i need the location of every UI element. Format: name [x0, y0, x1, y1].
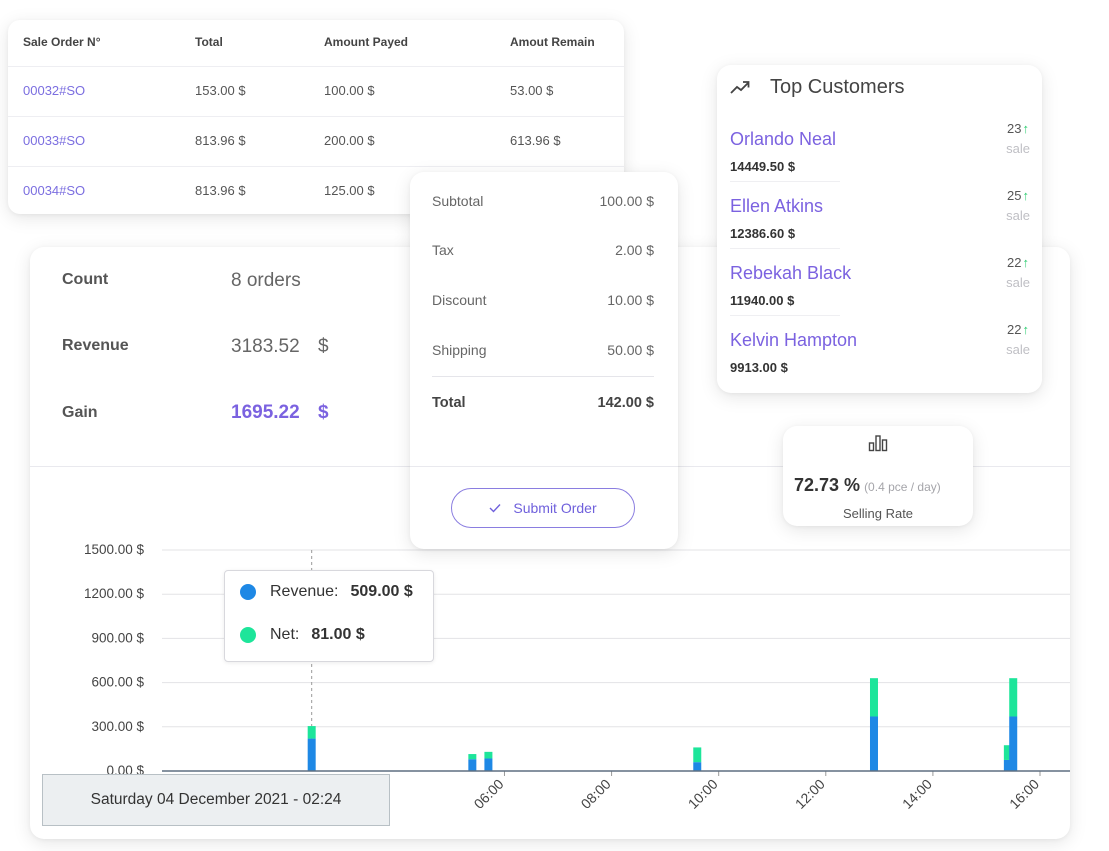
- divider: [730, 248, 840, 249]
- tooltip-revenue-value: 509.00 $: [350, 583, 413, 600]
- chart-tooltip: Revenue: 509.00 $ Net: 81.00 $: [224, 570, 434, 662]
- sale-label: sale: [1006, 342, 1030, 357]
- total-value: 142.00 $: [597, 395, 654, 411]
- customer-amount: 12386.60 $: [730, 226, 796, 241]
- x-tick-label: 16:00: [1006, 776, 1042, 812]
- tax-value: 2.00 $: [615, 242, 654, 258]
- total-label: Total: [432, 395, 466, 411]
- selling-rate-label: Selling Rate: [842, 506, 914, 521]
- selling-rate-card: 72.73 % (0.4 pce / day) Selling Rate: [783, 426, 973, 526]
- customer-sale-count: 22↑: [1007, 255, 1029, 270]
- tooltip-revenue: Revenue: 509.00 $: [240, 583, 413, 601]
- revenue-bar: [693, 762, 702, 771]
- tax-row: Tax 2.00 $: [432, 242, 654, 258]
- arrow-up-icon: ↑: [1022, 188, 1030, 203]
- arrow-up-icon: ↑: [1022, 255, 1030, 270]
- x-tick-label: 08:00: [578, 776, 614, 812]
- sale-count-value: 23: [1007, 121, 1022, 136]
- x-tick-label: 10:00: [685, 776, 721, 812]
- net-bar: [693, 747, 702, 763]
- customer-amount: 11940.00 $: [730, 293, 795, 308]
- customer-item: Ellen Atkins 12386.60 $ 25↑ sale: [730, 188, 1030, 256]
- tooltip-revenue-label: Revenue:: [270, 583, 339, 600]
- sale-label: sale: [1006, 141, 1030, 156]
- discount-row: Discount 10.00 $: [432, 292, 654, 308]
- submit-order-button[interactable]: Submit Order: [451, 488, 635, 528]
- rate-detail: (0.4 pce / day): [864, 480, 941, 494]
- tax-label: Tax: [432, 242, 454, 258]
- arrow-up-icon: ↑: [1022, 322, 1030, 337]
- customer-sale-count: 23↑: [1007, 121, 1029, 136]
- customer-amount: 9913.00 $: [730, 360, 788, 375]
- customer-item: Orlando Neal 14449.50 $ 23↑ sale: [730, 121, 1030, 189]
- net-bar: [468, 754, 477, 760]
- divider: [730, 315, 840, 316]
- net-bar: [1009, 678, 1018, 717]
- x-tick-label: 14:00: [899, 776, 935, 812]
- hover-date-label: Saturday 04 December 2021 - 02:24: [42, 774, 390, 826]
- discount-label: Discount: [432, 292, 487, 308]
- sale-count-value: 25: [1007, 188, 1022, 203]
- order-summary-card: Subtotal 100.00 $ Tax 2.00 $ Discount 10…: [410, 172, 678, 549]
- shipping-value: 50.00 $: [607, 342, 654, 358]
- top-customers-title: Top Customers: [770, 76, 905, 98]
- revenue-bar: [468, 759, 477, 771]
- subtotal-label: Subtotal: [432, 193, 484, 209]
- tooltip-net-label: Net:: [270, 626, 300, 643]
- customer-name[interactable]: Kelvin Hampton: [730, 330, 857, 351]
- total-row: Total 142.00 $: [432, 395, 654, 411]
- subtotal-row: Subtotal 100.00 $: [432, 193, 654, 209]
- summary-footer-divider: [410, 466, 678, 467]
- top-customers-card: Top Customers Orlando Neal 14449.50 $ 23…: [717, 65, 1042, 393]
- subtotal-value: 100.00 $: [599, 193, 655, 209]
- net-dot-icon: [240, 627, 256, 643]
- sale-count-value: 22: [1007, 322, 1022, 337]
- tooltip-net: Net: 81.00 $: [240, 626, 365, 644]
- net-bar: [869, 678, 878, 717]
- sale-label: sale: [1006, 208, 1030, 223]
- revenue-dot-icon: [240, 584, 256, 600]
- check-icon: [489, 501, 501, 516]
- revenue-bar: [869, 716, 878, 771]
- customer-item: Kelvin Hampton 9913.00 $ 22↑ sale: [730, 322, 1030, 390]
- customer-item: Rebekah Black 11940.00 $ 22↑ sale: [730, 255, 1030, 323]
- y-tick-label: 600.00 $: [91, 675, 144, 690]
- divider: [730, 181, 840, 182]
- trending-up-icon: [729, 78, 751, 101]
- y-tick-label: 1500.00 $: [84, 542, 145, 557]
- revenue-bar: [307, 738, 316, 771]
- net-bar: [307, 726, 316, 739]
- net-bar: [484, 751, 493, 759]
- y-tick-label: 1200.00 $: [84, 586, 145, 601]
- x-tick-label: 12:00: [792, 776, 828, 812]
- customer-name[interactable]: Orlando Neal: [730, 129, 836, 150]
- selling-rate-value: 72.73 % (0.4 pce / day): [794, 475, 941, 496]
- y-tick-label: 300.00 $: [91, 719, 144, 734]
- customer-name[interactable]: Rebekah Black: [730, 263, 851, 284]
- y-tick-label: 900.00 $: [91, 630, 144, 645]
- customer-sale-count: 22↑: [1007, 322, 1029, 337]
- sale-label: sale: [1006, 275, 1030, 290]
- summary-divider: [432, 376, 654, 377]
- customer-sale-count: 25↑: [1007, 188, 1029, 203]
- customer-name[interactable]: Ellen Atkins: [730, 196, 823, 217]
- arrow-up-icon: ↑: [1022, 121, 1030, 136]
- bar-chart-icon: [868, 434, 888, 457]
- discount-value: 10.00 $: [607, 292, 654, 308]
- tooltip-net-value: 81.00 $: [311, 626, 365, 643]
- shipping-row: Shipping 50.00 $: [432, 342, 654, 358]
- sale-count-value: 22: [1007, 255, 1022, 270]
- rate-percent: 72.73 %: [794, 475, 861, 495]
- x-tick-label: 06:00: [470, 776, 506, 812]
- revenue-bar: [1009, 716, 1018, 771]
- revenue-bar: [484, 758, 493, 771]
- customer-amount: 14449.50 $: [730, 159, 796, 174]
- shipping-label: Shipping: [432, 342, 487, 358]
- submit-order-label: Submit Order: [513, 500, 597, 516]
